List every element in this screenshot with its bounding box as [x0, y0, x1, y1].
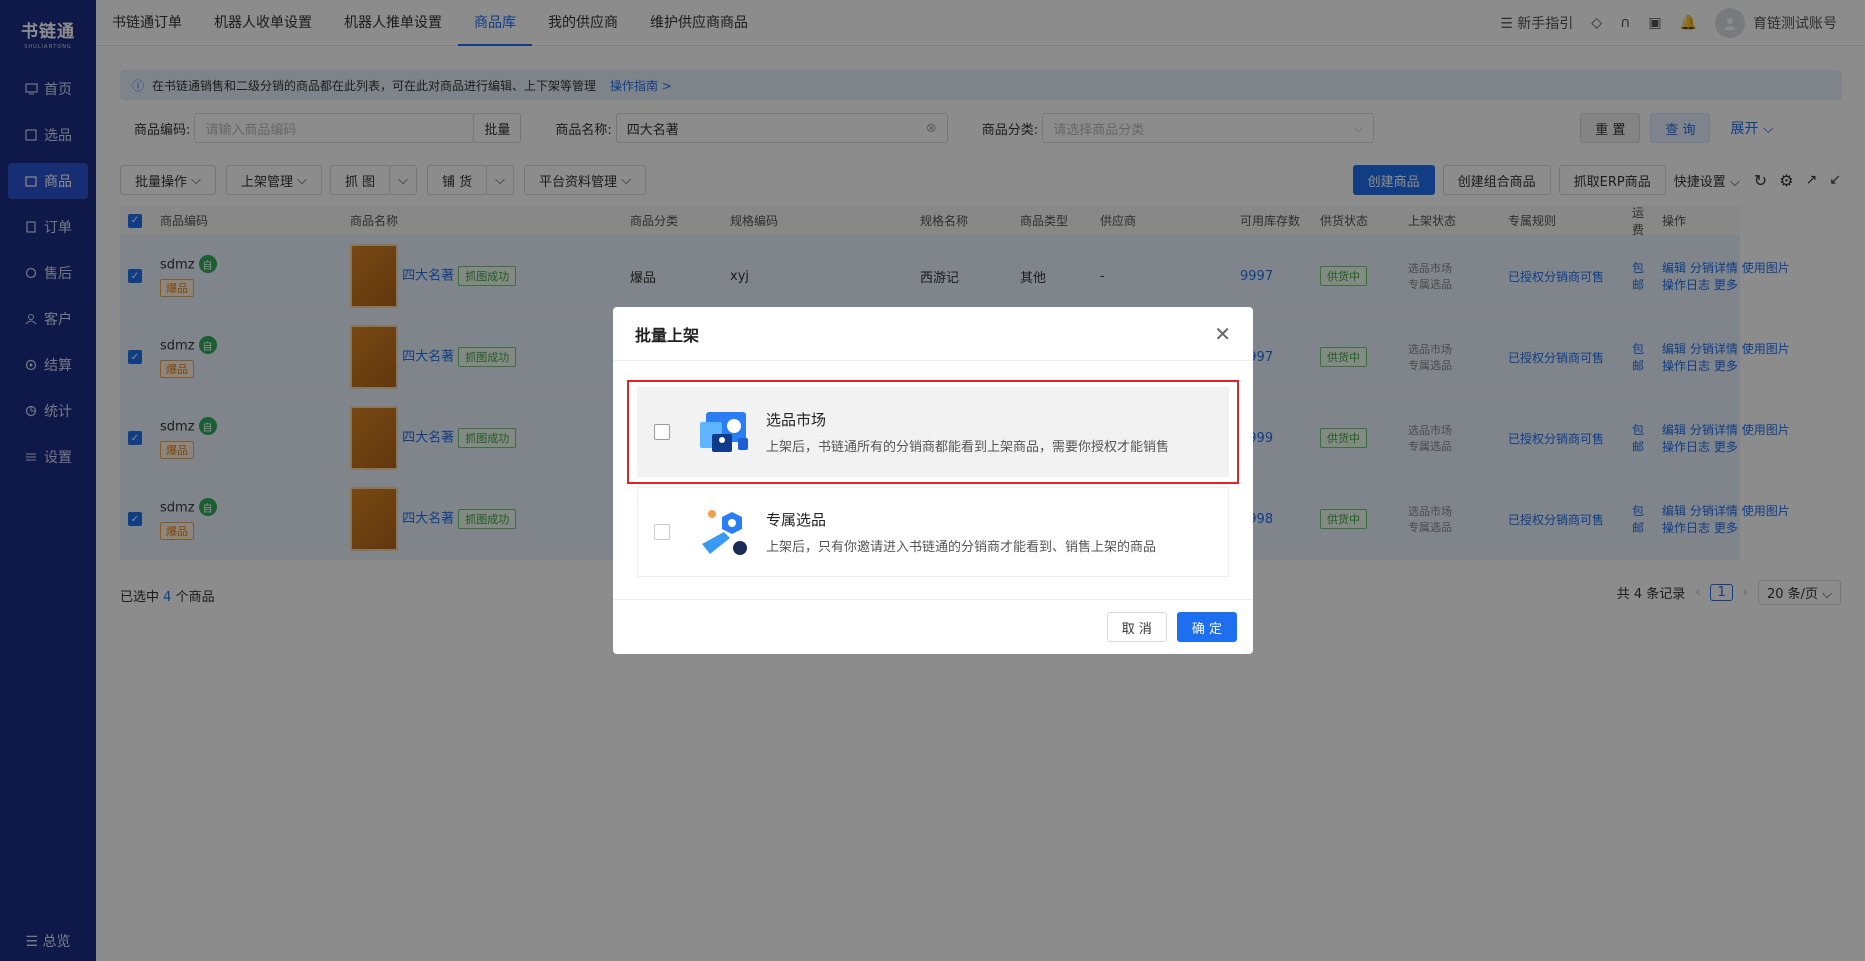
- close-icon[interactable]: ✕: [1214, 322, 1231, 346]
- exclusive-checkbox[interactable]: [654, 524, 670, 540]
- exclusive-desc: 上架后，只有你邀请进入书链通的分销商才能看到、销售上架的商品: [766, 540, 1157, 555]
- confirm-button[interactable]: 确 定: [1176, 612, 1237, 642]
- exclusive-illustration-icon: [696, 504, 752, 560]
- cancel-button[interactable]: 取 消: [1106, 612, 1167, 642]
- dialog-footer: 取 消 确 定: [613, 599, 1253, 654]
- market-desc: 上架后，书链通所有的分销商都能看到上架商品，需要你授权才能销售: [766, 440, 1170, 455]
- market-illustration-icon: [696, 404, 752, 460]
- market-checkbox[interactable]: [654, 424, 670, 440]
- option-exclusive-select[interactable]: 专属选品 上架后，只有你邀请进入书链通的分销商才能看到、销售上架的商品: [637, 487, 1229, 577]
- option-select-market[interactable]: 选品市场 上架后，书链通所有的分销商都能看到上架商品，需要你授权才能销售: [637, 387, 1229, 477]
- dialog-title: 批量上架: [635, 325, 700, 345]
- market-title: 选品市场: [766, 411, 827, 429]
- exclusive-title: 专属选品: [766, 511, 827, 529]
- batch-shelf-dialog: 批量上架 ✕ 选品市场 上架后，书链通所有的分销商都能看到上架商品，需要你授权才…: [613, 307, 1253, 654]
- dialog-header: 批量上架 ✕: [613, 307, 1253, 361]
